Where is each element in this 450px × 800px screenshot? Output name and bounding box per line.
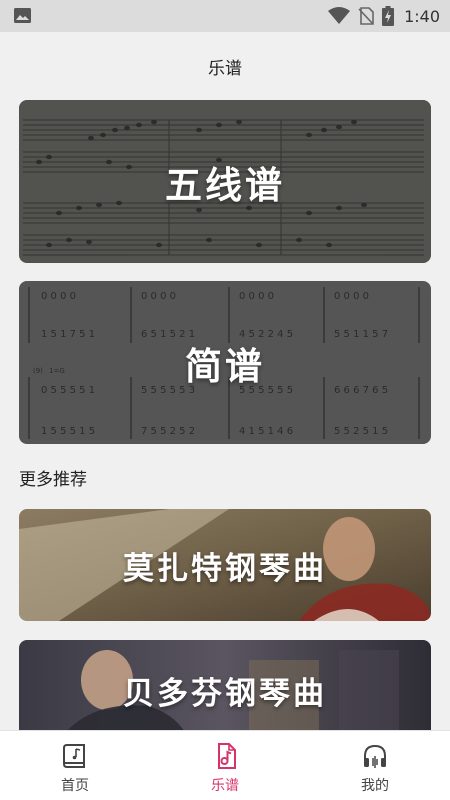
nav-home-label: 首页 — [61, 778, 89, 794]
beethoven-label: 贝多芬钢琴曲 — [123, 675, 327, 712]
music-note-icon — [218, 743, 236, 769]
bottom-navigation: 首页 乐谱 我的 — [0, 730, 450, 800]
wifi-icon — [328, 7, 351, 24]
staff-notation-card[interactable]: 五线谱 — [19, 100, 431, 263]
status-bar: 1:40 — [0, 0, 450, 32]
nav-profile-label: 我的 — [361, 778, 389, 794]
mozart-card[interactable]: 莫扎特钢琴曲 — [19, 509, 431, 621]
battery-charging-icon — [382, 6, 395, 26]
no-sim-icon — [358, 7, 374, 25]
beethoven-card[interactable]: 贝多芬钢琴曲 — [19, 640, 431, 740]
gallery-icon — [14, 8, 31, 23]
mozart-label: 莫扎特钢琴曲 — [123, 550, 327, 587]
numbered-notation-card[interactable]: 0 0 0 00 0 0 0 0 0 0 00 0 0 0 1 5 1 7 5 … — [19, 281, 431, 444]
status-time: 1:40 — [404, 6, 440, 26]
page-title: 乐谱 — [208, 59, 242, 79]
staff-notation-label: 五线谱 — [165, 163, 285, 207]
nav-sheet-music-label: 乐谱 — [211, 778, 239, 794]
nav-home[interactable]: 首页 — [0, 731, 150, 800]
nav-profile[interactable]: 我的 — [300, 731, 450, 800]
nav-sheet-music[interactable]: 乐谱 — [150, 731, 300, 800]
numbered-notation-label: 简谱 — [185, 344, 265, 388]
headphones-icon — [364, 744, 386, 768]
more-recommendations-title: 更多推荐 — [19, 470, 87, 490]
home-book-icon — [63, 744, 85, 768]
